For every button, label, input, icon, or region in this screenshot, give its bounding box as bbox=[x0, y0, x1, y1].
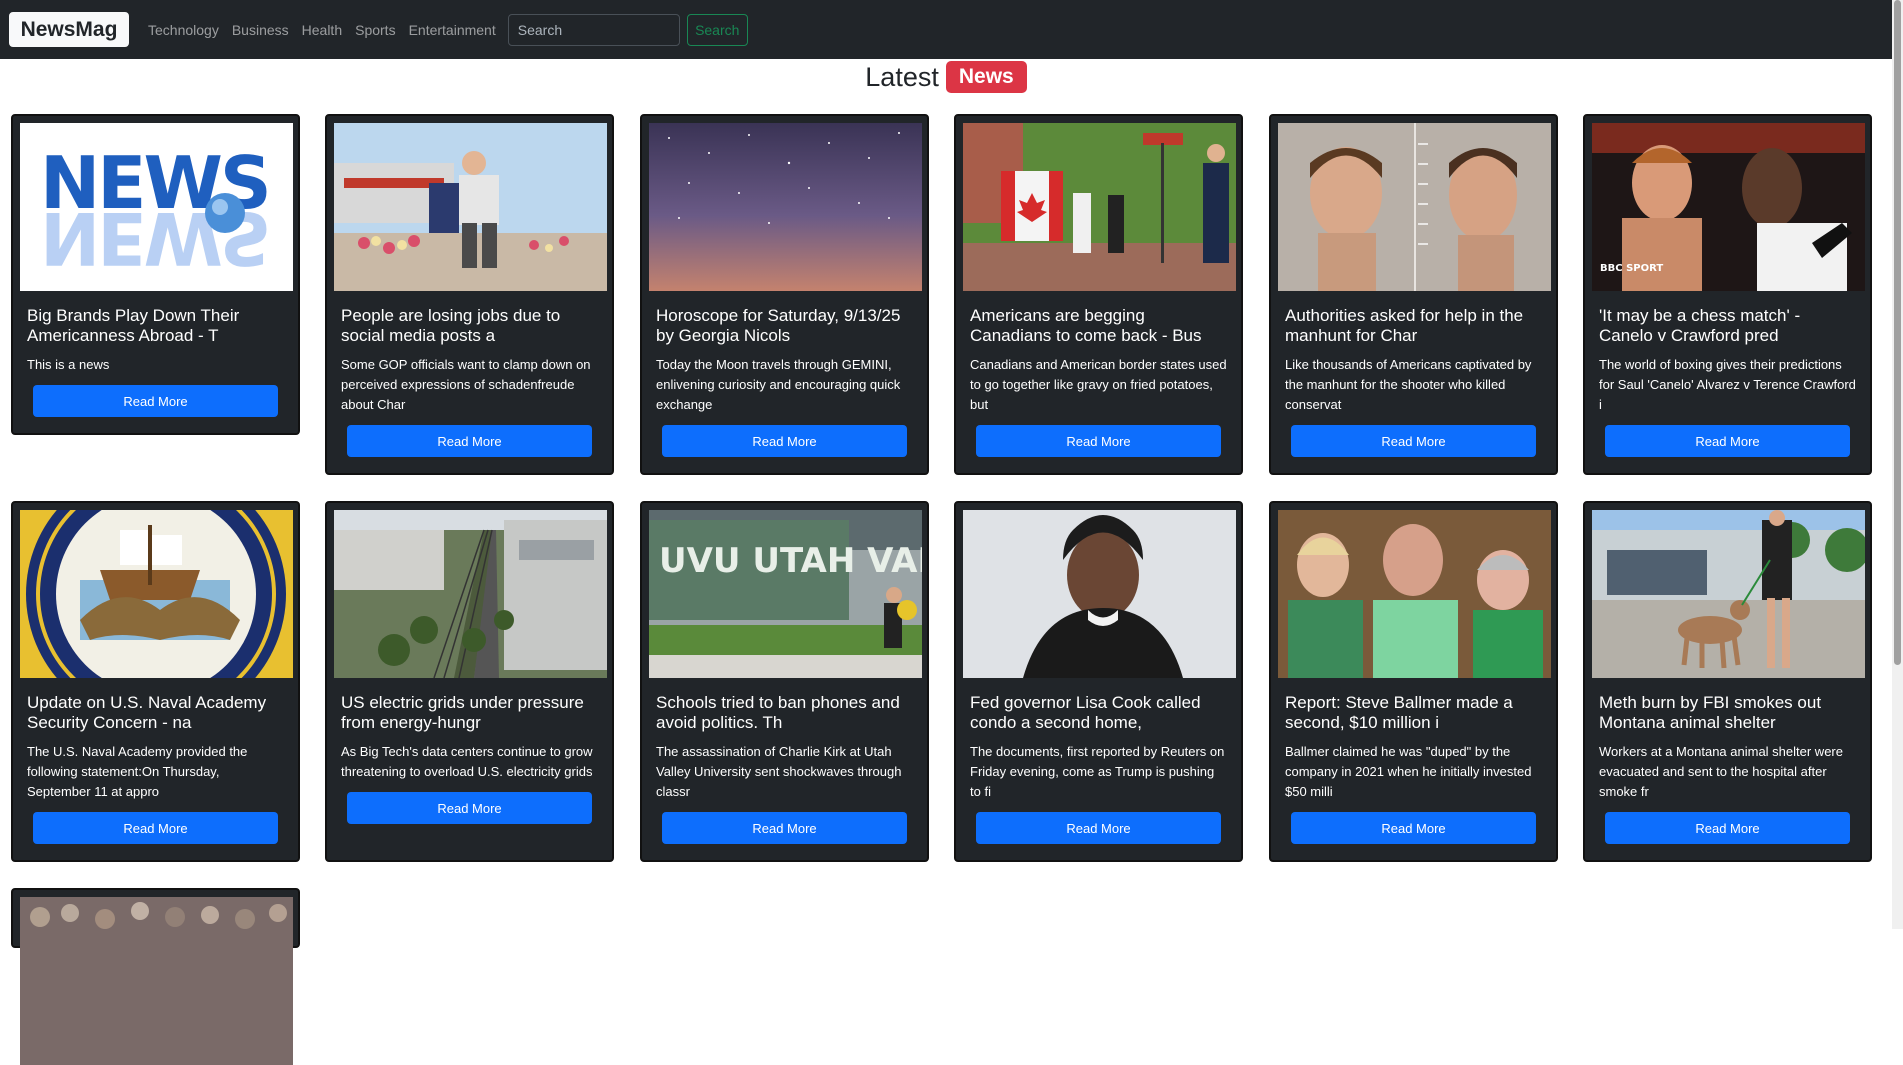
news-card-partial bbox=[11, 888, 300, 1065]
read-more-button[interactable]: Read More bbox=[1605, 812, 1850, 844]
card-title: Fed governor Lisa Cook called condo a se… bbox=[970, 693, 1201, 732]
vertical-scrollbar[interactable] bbox=[1892, 0, 1903, 929]
card-image bbox=[1278, 123, 1551, 291]
card-image bbox=[963, 123, 1236, 291]
read-more-button[interactable]: Read More bbox=[33, 385, 278, 417]
read-more-button[interactable]: Read More bbox=[662, 812, 907, 844]
card-text: Today the Moon travels through GEMINI, e… bbox=[656, 357, 901, 412]
page-heading: Latest News bbox=[0, 61, 1892, 93]
card-text: Canadians and American border states use… bbox=[970, 357, 1227, 412]
card-title: Update on U.S. Naval Academy Security Co… bbox=[27, 693, 267, 732]
card-image bbox=[1592, 510, 1865, 678]
read-more-button[interactable]: Read More bbox=[1605, 425, 1850, 457]
card-image bbox=[1278, 510, 1551, 678]
nav-links: Technology Business Health Sports Entert… bbox=[148, 22, 509, 38]
read-more-button[interactable]: Read More bbox=[1291, 812, 1536, 844]
card-title: US electric grids under pressure from en… bbox=[341, 693, 584, 732]
card-text: Like thousands of Americans captivated b… bbox=[1285, 357, 1532, 412]
news-card: US electric grids under pressure from en… bbox=[325, 501, 614, 862]
navbar: NewsMag Technology Business Health Sport… bbox=[0, 0, 1892, 59]
card-text: The U.S. Naval Academy provided the foll… bbox=[27, 744, 248, 799]
nav-link-business[interactable]: Business bbox=[232, 22, 289, 38]
search-button[interactable]: Search bbox=[686, 13, 748, 46]
card-image: NEWS NEWS bbox=[20, 123, 293, 291]
read-more-button[interactable]: Read More bbox=[662, 425, 907, 457]
card-text: The documents, first reported by Reuters… bbox=[970, 744, 1225, 799]
news-card: UVU UTAH VALLEY UNIVERSITY Schools tried… bbox=[640, 501, 929, 862]
card-text: Ballmer claimed he was "duped" by the co… bbox=[1285, 744, 1532, 799]
read-more-button[interactable]: Read More bbox=[976, 812, 1221, 844]
card-text: The assassination of Charlie Kirk at Uta… bbox=[656, 744, 902, 799]
card-image-caption: BBC SPORT bbox=[1600, 263, 1663, 274]
card-image: BBC SPORT bbox=[1592, 123, 1865, 291]
nav-link-entertainment[interactable]: Entertainment bbox=[409, 22, 496, 38]
scrollbar-thumb[interactable] bbox=[1894, 0, 1901, 665]
card-image bbox=[963, 510, 1236, 678]
nav-link-health[interactable]: Health bbox=[302, 22, 342, 38]
card-title: People are losing jobs due to social med… bbox=[341, 306, 561, 345]
card-title: Horoscope for Saturday, 9/13/25 by Georg… bbox=[656, 306, 901, 345]
news-card: Horoscope for Saturday, 9/13/25 by Georg… bbox=[640, 114, 929, 475]
news-card: Americans are begging Canadians to come … bbox=[954, 114, 1243, 475]
news-card: People are losing jobs due to social med… bbox=[325, 114, 614, 475]
read-more-button[interactable]: Read More bbox=[347, 792, 592, 824]
card-image bbox=[334, 510, 607, 678]
card-title: Meth burn by FBI smokes out Montana anim… bbox=[1599, 693, 1822, 732]
news-card: Authorities asked for help in the manhun… bbox=[1269, 114, 1558, 475]
card-title: Big Brands Play Down Their Americanness … bbox=[27, 306, 240, 345]
card-text: As Big Tech's data centers continue to g… bbox=[341, 744, 593, 779]
read-more-button[interactable]: Read More bbox=[976, 425, 1221, 457]
card-image bbox=[334, 123, 607, 291]
read-more-button[interactable]: Read More bbox=[1291, 425, 1536, 457]
card-title: Americans are begging Canadians to come … bbox=[970, 306, 1202, 345]
card-image bbox=[20, 510, 293, 678]
read-more-button[interactable]: Read More bbox=[347, 425, 592, 457]
nav-link-sports[interactable]: Sports bbox=[355, 22, 395, 38]
brand-logo[interactable]: NewsMag bbox=[9, 12, 129, 47]
page-title: Latest bbox=[865, 61, 939, 92]
read-more-button[interactable]: Read More bbox=[33, 812, 278, 844]
news-card: Fed governor Lisa Cook called condo a se… bbox=[954, 501, 1243, 862]
card-text: The world of boxing gives their predicti… bbox=[1599, 357, 1856, 412]
card-text: This is a news bbox=[27, 357, 110, 372]
card-text: Workers at a Montana animal shelter were… bbox=[1599, 744, 1843, 799]
news-card: NEWS NEWS Big Brands Play Down Their Ame… bbox=[11, 114, 300, 435]
card-image-caption: UVU UTAH VALLEY UNIVERSITY bbox=[659, 541, 922, 581]
card-title: Schools tried to ban phones and avoid po… bbox=[656, 693, 900, 732]
nav-link-technology[interactable]: Technology bbox=[148, 22, 219, 38]
card-image: UVU UTAH VALLEY UNIVERSITY bbox=[649, 510, 922, 678]
news-card: Meth burn by FBI smokes out Montana anim… bbox=[1583, 501, 1872, 862]
card-title: Authorities asked for help in the manhun… bbox=[1285, 306, 1524, 345]
news-card: BBC SPORT 'It may be a chess match' - Ca… bbox=[1583, 114, 1872, 475]
news-card: Update on U.S. Naval Academy Security Co… bbox=[11, 501, 300, 862]
card-image bbox=[649, 123, 922, 291]
search-input[interactable] bbox=[507, 13, 680, 46]
card-title: 'It may be a chess match' - Canelo v Cra… bbox=[1599, 306, 1801, 345]
news-card: Report: Steve Ballmer made a second, $10… bbox=[1269, 501, 1558, 862]
news-badge: News bbox=[945, 61, 1027, 93]
card-text: Some GOP officials want to clamp down on… bbox=[341, 357, 591, 412]
card-image bbox=[20, 897, 293, 1065]
card-title: Report: Steve Ballmer made a second, $10… bbox=[1285, 693, 1513, 732]
